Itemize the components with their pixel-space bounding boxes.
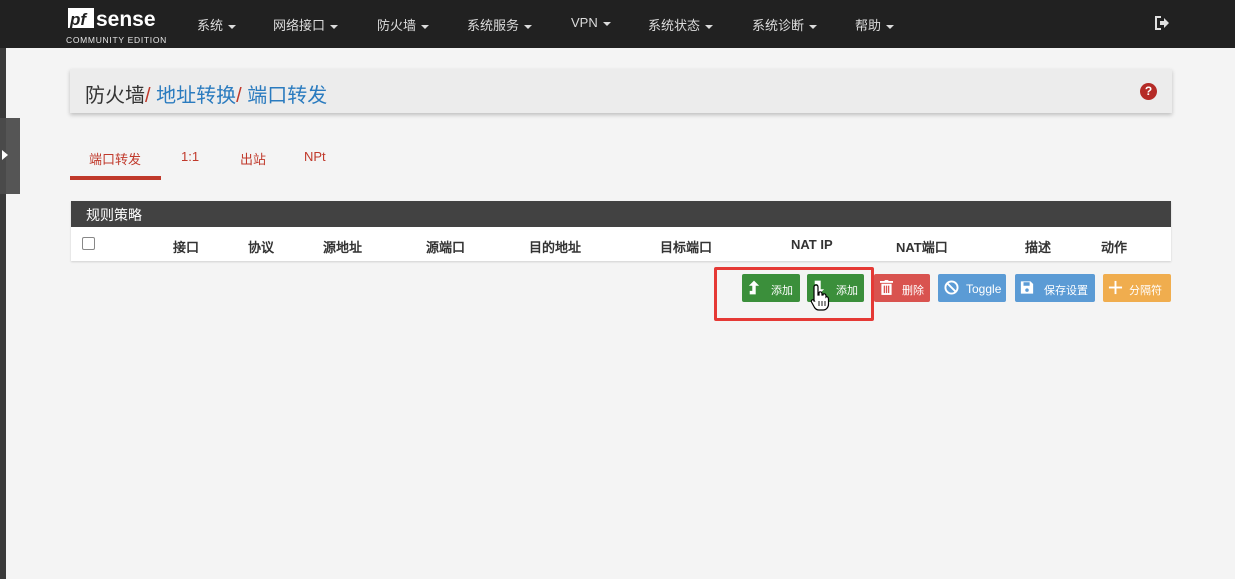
breadcrumb: 防火墙/ 地址转换/ 端口转发 ? (70, 69, 1172, 113)
breadcrumb-separator: / (236, 85, 242, 107)
tab-port-forward[interactable]: 端口转发 (89, 149, 141, 168)
edition-label: COMMUNITY EDITION (66, 35, 167, 45)
caret-down-icon (602, 21, 611, 26)
tab-outbound[interactable]: 出站 (240, 149, 266, 168)
save-label: 保存设置 (1044, 285, 1088, 297)
caret-down-icon (524, 24, 533, 29)
nav-help-label: 帮助 (855, 18, 882, 33)
svg-text:pf: pf (69, 10, 88, 29)
nav-vpn-label: VPN (571, 15, 598, 30)
sidebar-toggle[interactable] (0, 118, 20, 194)
nav-system[interactable]: 系统 (197, 15, 237, 34)
panel-title: 规则策略 (86, 207, 142, 223)
pfsense-logo[interactable]: pf sense COMMUNITY EDITION (66, 6, 176, 46)
caret-right-icon (2, 150, 8, 160)
column-destination-address: 目的地址 (529, 240, 582, 255)
caret-down-icon (228, 24, 237, 29)
toggle-button[interactable]: Toggle (938, 274, 1006, 302)
nav-status-label: 系统状态 (648, 18, 701, 33)
nav-diagnostics[interactable]: 系统诊断 (752, 15, 818, 34)
nav-firewall[interactable]: 防火墙 (377, 15, 430, 34)
breadcrumb-port-forward-link[interactable]: 端口转发 (247, 85, 327, 107)
caret-down-icon (886, 24, 895, 29)
rules-panel: 规则策略 接口 协议 源地址 源端口 目的地址 目标端口 NAT IP NAT端… (71, 201, 1171, 261)
question-circle-icon[interactable]: ? (1140, 83, 1157, 100)
delete-label: 删除 (902, 285, 924, 297)
column-description: 描述 (1025, 240, 1052, 255)
save-button[interactable]: 保存设置 (1015, 274, 1095, 302)
top-navbar: pf sense COMMUNITY EDITION 系统 网络接口 防火墙 系… (0, 0, 1235, 48)
nav-status[interactable]: 系统状态 (648, 15, 714, 34)
add-separator-button[interactable]: 分隔符 (1103, 274, 1171, 302)
svg-text:sense: sense (96, 8, 156, 31)
caret-down-icon (330, 24, 339, 29)
breadcrumb-nat-link[interactable]: 地址转换 (156, 85, 236, 107)
ban-icon (944, 280, 959, 295)
caret-down-icon (421, 24, 430, 29)
nav-system-label: 系统 (197, 18, 224, 33)
pfsense-logo-mark: pf sense (68, 8, 156, 31)
caret-down-icon (809, 24, 818, 29)
hand-pointer-cursor-icon (810, 284, 830, 311)
plus-icon (1108, 280, 1123, 295)
caret-down-icon (705, 24, 714, 29)
sidebar-toggle-handle (6, 118, 20, 194)
nav-diagnostics-label: 系统诊断 (752, 18, 805, 33)
column-interface: 接口 (173, 240, 200, 255)
column-nat-ip: NAT IP (791, 237, 833, 252)
column-nat-port: NAT端口 (896, 240, 948, 255)
nav-services[interactable]: 系统服务 (467, 15, 533, 34)
trash-icon (880, 280, 893, 295)
panel-heading: 规则策略 (71, 201, 1171, 227)
nav-interfaces-label: 网络接口 (273, 18, 326, 33)
tab-one-to-one[interactable]: 1:1 (181, 149, 199, 164)
column-actions: 动作 (1101, 240, 1128, 255)
active-tab-indicator (70, 176, 161, 180)
toggle-label: Toggle (966, 282, 1002, 296)
breadcrumb-separator: / (145, 85, 151, 107)
column-source-port: 源端口 (426, 240, 466, 255)
breadcrumb-firewall: 防火墙 (85, 85, 145, 107)
sign-out-icon[interactable] (1153, 14, 1171, 32)
nav-firewall-label: 防火墙 (377, 18, 417, 33)
delete-button[interactable]: 删除 (874, 274, 930, 302)
column-destination-port: 目标端口 (660, 240, 713, 255)
nav-services-label: 系统服务 (467, 18, 520, 33)
column-source-address: 源地址 (323, 240, 363, 255)
breadcrumb-trail: 防火墙/ 地址转换/ 端口转发 (85, 79, 327, 108)
separator-label: 分隔符 (1129, 285, 1162, 297)
column-protocol: 协议 (248, 240, 275, 255)
nav-vpn[interactable]: VPN (571, 15, 611, 30)
save-icon (1020, 281, 1034, 294)
nav-interfaces[interactable]: 网络接口 (273, 15, 339, 34)
select-all-checkbox[interactable] (82, 237, 95, 250)
tab-npt[interactable]: NPt (304, 149, 326, 164)
highlight-box (714, 267, 874, 321)
nav-help[interactable]: 帮助 (855, 15, 895, 34)
